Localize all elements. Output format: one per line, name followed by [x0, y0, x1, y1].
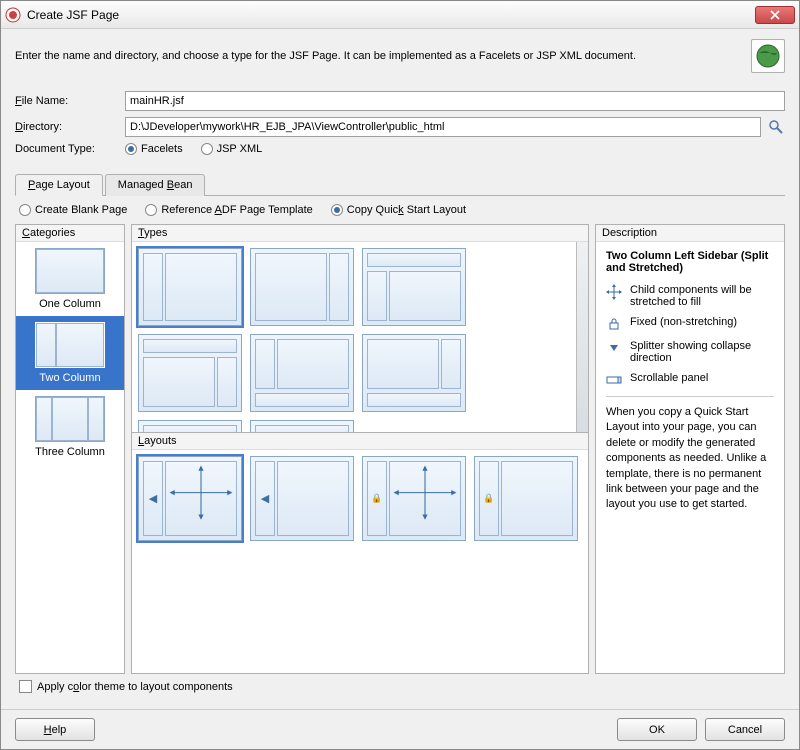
category-three-label: Three Column — [22, 446, 118, 458]
category-one-label: One Column — [22, 298, 118, 310]
copy-quick-start-radio[interactable]: Copy Quick Start LayoutCopy Quick Start … — [331, 204, 466, 216]
dialog-content: Enter the name and directory, and choose… — [1, 29, 799, 709]
document-type-row: Document Type: Facelets JSP XML — [15, 143, 785, 155]
types-scrollbar[interactable] — [576, 242, 588, 432]
globe-icon — [755, 43, 781, 69]
description-body: Two Column Left Sidebar (Split and Stret… — [596, 242, 784, 521]
directory-row: Directory:Directory: — [15, 117, 785, 137]
layout-thumb-4[interactable]: 🔒 — [474, 456, 578, 541]
layout-thumb-2[interactable]: ◀ — [250, 456, 354, 541]
categories-header: CategoriesCategories — [16, 225, 124, 242]
type-thumb-8[interactable] — [250, 420, 354, 432]
category-two-label: Two Column — [22, 372, 118, 384]
close-button[interactable] — [755, 6, 795, 24]
dialog-button-row: HelpHelp OK Cancel — [1, 709, 799, 749]
types-body — [132, 242, 576, 432]
category-two-column[interactable]: Two Column — [16, 316, 124, 390]
ok-button[interactable]: OK — [617, 718, 697, 741]
legend-splitter-text: Splitter showing collapse direction — [630, 340, 774, 364]
legend-fixed-text: Fixed (non-stretching) — [630, 316, 737, 328]
stretch-icon — [606, 284, 622, 300]
legend-stretch: Child components will be stretched to fi… — [606, 284, 774, 308]
category-three-column[interactable]: Three Column — [16, 390, 124, 464]
file-name-label: File File Name:Name: — [15, 95, 125, 107]
oracle-icon — [5, 7, 21, 23]
lock-icon — [606, 316, 622, 332]
page-type-icon — [751, 39, 785, 73]
cancel-button[interactable]: Cancel — [705, 718, 785, 741]
instruction-row: Enter the name and directory, and choose… — [15, 39, 785, 73]
layout-options-row: Create Blank Page Reference ADF Page Tem… — [15, 196, 785, 224]
main-area: CategoriesCategories One Column Two Colu… — [15, 224, 785, 674]
layouts-body: ◀ ◀ 🔒 — [132, 450, 588, 547]
jspxml-radio[interactable]: JSP XML — [201, 143, 263, 155]
tab-managed-bean[interactable]: Managed BeanManaged Bean — [105, 174, 206, 196]
document-type-group: Facelets JSP XML — [125, 143, 262, 155]
type-thumb-7[interactable] — [138, 420, 242, 432]
create-blank-label: Create Blank Page — [35, 204, 127, 216]
search-icon — [768, 119, 784, 135]
description-note: When you copy a Quick Start Layout into … — [606, 405, 774, 513]
type-thumb-3[interactable] — [362, 248, 466, 326]
create-jsf-page-dialog: Create JSF Page Enter the name and direc… — [0, 0, 800, 750]
directory-label: Directory:Directory: — [15, 121, 125, 133]
category-one-column[interactable]: One Column — [16, 242, 124, 316]
legend-fixed: Fixed (non-stretching) — [606, 316, 774, 332]
types-layouts-column: TypesTypes LayoutsLayouts — [131, 224, 589, 674]
layout-thumb-3[interactable]: 🔒 — [362, 456, 466, 541]
directory-input[interactable] — [125, 117, 761, 137]
chevron-down-icon — [606, 340, 622, 356]
type-thumb-4[interactable] — [138, 334, 242, 412]
categories-column: CategoriesCategories One Column Two Colu… — [15, 224, 125, 674]
legend-scrollable: Scrollable panel — [606, 372, 774, 388]
titlebar: Create JSF Page — [1, 1, 799, 29]
facelets-label: Facelets — [141, 143, 183, 155]
facelets-radio[interactable]: Facelets — [125, 143, 183, 155]
document-type-label: Document Type: — [15, 143, 125, 155]
tabs-row: Page Page LayoutLayout Managed BeanManag… — [15, 173, 785, 196]
layouts-header: LayoutsLayouts — [132, 433, 588, 450]
type-thumb-5[interactable] — [250, 334, 354, 412]
tab-page-layout[interactable]: Page Page LayoutLayout — [15, 174, 103, 196]
type-thumb-2[interactable] — [250, 248, 354, 326]
type-thumb-1[interactable] — [138, 248, 242, 326]
types-header: TypesTypes — [132, 225, 588, 242]
reference-template-radio[interactable]: Reference ADF Page TemplateReference ADF… — [145, 204, 312, 216]
scroll-panel-icon — [606, 372, 622, 388]
help-button[interactable]: HelpHelp — [15, 718, 95, 741]
description-column: Description Two Column Left Sidebar (Spl… — [595, 224, 785, 674]
description-header: Description — [596, 225, 784, 242]
description-title: Two Column Left Sidebar (Split and Stret… — [606, 250, 774, 274]
description-divider — [606, 396, 774, 397]
file-name-row: File File Name:Name: — [15, 91, 785, 111]
legend-stretch-text: Child components will be stretched to fi… — [630, 284, 774, 308]
jspxml-label: JSP XML — [217, 143, 263, 155]
instruction-text: Enter the name and directory, and choose… — [15, 50, 751, 62]
apply-theme-checkbox[interactable] — [19, 680, 32, 693]
apply-theme-row: Apply color theme to layout componentsAp… — [15, 674, 785, 699]
titlebar-title: Create JSF Page — [27, 8, 755, 22]
type-thumb-6[interactable] — [362, 334, 466, 412]
legend-splitter: Splitter showing collapse direction — [606, 340, 774, 364]
close-icon — [770, 10, 780, 20]
create-blank-radio[interactable]: Create Blank Page — [19, 204, 127, 216]
layouts-section: LayoutsLayouts ◀ ◀ � — [132, 432, 588, 547]
legend-scrollable-text: Scrollable panel — [630, 372, 708, 384]
file-name-input[interactable] — [125, 91, 785, 111]
layout-thumb-1[interactable]: ◀ — [138, 456, 242, 541]
browse-directory-button[interactable] — [767, 118, 785, 136]
